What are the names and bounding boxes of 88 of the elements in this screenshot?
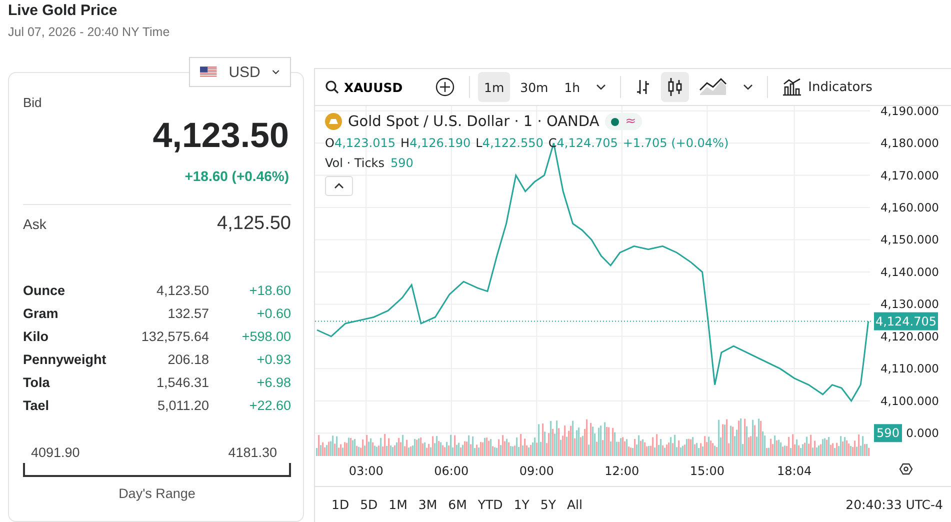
search-icon	[325, 80, 339, 94]
last-price-badge: 4,124.705	[874, 312, 938, 330]
volume-value: 590	[390, 156, 414, 170]
unit-change: +598.00	[240, 329, 291, 344]
range-button[interactable]: YTD	[473, 497, 508, 512]
settings-icon[interactable]	[899, 463, 913, 475]
range-button[interactable]: 3M	[414, 497, 442, 512]
y-axis-label: 4,150.000	[880, 232, 939, 247]
x-axis-label: 03:00	[348, 464, 384, 478]
timestamp: Jul 07, 2026 - 20:40 NY Time	[8, 25, 171, 39]
interval-button[interactable]: 1h	[558, 72, 586, 102]
status-dot-icon	[611, 118, 620, 126]
y-axis-label: 4,100.000	[880, 394, 939, 408]
market-status: ≈	[605, 113, 642, 130]
range-button[interactable]: 5D	[356, 497, 382, 512]
range-label: Day's Range	[118, 486, 196, 501]
bid-price: 4,123.50	[152, 116, 290, 156]
unit-name: Pennyweight	[23, 352, 108, 367]
y-axis-label: 4,180.000	[880, 136, 939, 150]
ask-label: Ask	[23, 216, 46, 232]
volume-badge: 590	[874, 424, 902, 442]
chevron-down-icon	[743, 84, 754, 90]
chevron-down-icon	[596, 84, 606, 90]
area-chart-icon	[699, 78, 728, 96]
chevron-down-icon	[272, 69, 280, 75]
range-button[interactable]: 6M	[444, 497, 472, 512]
flag-icon	[200, 65, 217, 79]
unit-change: +6.98	[256, 375, 291, 390]
bar-change: +1.705 (+0.04%)	[622, 136, 729, 150]
range-high: 4181.30	[228, 445, 277, 460]
interval-button[interactable]: 30m	[514, 72, 554, 102]
page-title: Live Gold Price	[8, 2, 118, 19]
unit-change: +22.60	[248, 398, 291, 413]
candlestick-icon	[667, 77, 684, 97]
chevron-up-icon	[334, 183, 344, 189]
currency-dropdown[interactable]: USD	[189, 57, 291, 87]
range-low: 4091.90	[31, 445, 80, 460]
y-axis-label: 4,130.000	[880, 297, 939, 312]
y-axis-label: 4,140.000	[880, 264, 939, 279]
chart-type-button[interactable]	[661, 72, 690, 102]
y-axis-label: 0.000	[906, 426, 939, 440]
x-axis-label: 15:00	[690, 464, 724, 478]
ohlc-value: L4,122.550	[476, 136, 544, 150]
x-axis-label: 09:00	[519, 464, 554, 478]
unit-name: Tael	[23, 398, 50, 413]
unit-change: +0.60	[256, 306, 291, 321]
x-axis-label: 12:00	[604, 464, 640, 478]
indicators-icon	[782, 78, 802, 96]
plus-circle-icon	[435, 77, 455, 97]
unit-name: Gram	[23, 306, 60, 321]
symbol-search[interactable]: XAUUSD	[325, 80, 425, 94]
bid-label: Bid	[23, 95, 43, 110]
range-button[interactable]: 1D	[327, 497, 354, 512]
collapse-button[interactable]	[325, 176, 353, 196]
unit-name: Ounce	[23, 283, 66, 298]
x-axis-label: 06:00	[434, 464, 469, 478]
ask-price: 4,125.50	[217, 213, 291, 235]
x-axis-label: 18:04	[777, 464, 812, 478]
unit-change: +0.93	[256, 352, 291, 367]
ohlc-value: C4,124.705	[548, 136, 618, 150]
clock: 20:40:33 UTC-4	[846, 497, 943, 512]
range-button[interactable]: 1Y	[509, 497, 534, 512]
indicators-button[interactable]: Indicators	[776, 72, 878, 102]
ohlc-value: H4,126.190	[400, 136, 471, 150]
y-axis-label: 4,160.000	[880, 200, 939, 215]
unit-price: 5,011.20	[156, 398, 209, 413]
ohlc-value: O4,123.015	[325, 136, 396, 150]
y-axis-label: 4,190.000	[880, 106, 939, 118]
unit-price: 132.57	[166, 306, 209, 321]
unit-name: Tola	[23, 375, 51, 390]
price-change: +18.60 (+0.46%)	[184, 168, 290, 184]
coin-icon	[325, 113, 342, 130]
interval-button[interactable]: 1m	[478, 72, 510, 102]
volume-label: Vol · Ticks	[325, 156, 384, 170]
bar-chart-icon	[635, 78, 652, 96]
y-axis-label: 4,120.000	[880, 329, 939, 344]
unit-name: Kilo	[23, 329, 50, 344]
unit-price: 132,575.64	[140, 329, 209, 344]
unit-price: 4,123.50	[155, 283, 209, 298]
range-button[interactable]: 5Y	[536, 497, 560, 512]
range-button[interactable]: All	[562, 497, 587, 512]
unit-price: 1,546.31	[155, 375, 209, 390]
y-axis-label: 4,110.000	[880, 362, 939, 376]
symbol-title: Gold Spot / U.S. Dollar · 1 · OANDA	[348, 114, 600, 130]
y-axis-label: 4,170.000	[880, 168, 939, 182]
range-button[interactable]: 1M	[384, 497, 412, 512]
unit-price: 206.18	[166, 352, 209, 367]
unit-change: +18.60	[248, 283, 291, 298]
